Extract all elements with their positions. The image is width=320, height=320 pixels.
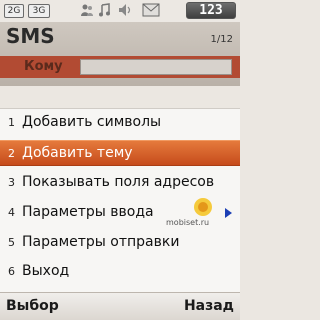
mode-indicator: 3G <box>28 4 50 18</box>
sms-compose-background: SMS 1/12 Кому <box>0 22 240 86</box>
menu-item-label: Параметры отправки <box>22 234 180 250</box>
menu-item-label: Добавить тему <box>22 145 133 161</box>
message-counter: 1/12 <box>210 34 233 45</box>
network-indicator: 2G <box>4 4 24 18</box>
menu-item-add-symbols[interactable]: 1 Добавить символы <box>0 109 240 135</box>
menu-item-send-settings[interactable]: 5 Параметры отправки <box>0 229 240 255</box>
menu-item-number: 4 <box>8 205 15 219</box>
menu-item-label: Показывать поля адресов <box>22 174 215 190</box>
watermark-text: mobiset.ru <box>166 218 210 227</box>
menu-item-add-subject[interactable]: 2 Добавить тему <box>0 140 240 166</box>
screen-title: SMS <box>6 24 55 48</box>
softkey-bar: Выбор Назад <box>0 292 240 320</box>
menu-item-label: Выход <box>22 263 70 279</box>
watermark-logo-icon <box>194 198 212 216</box>
recipient-row: Кому <box>0 56 240 78</box>
menu-item-number: 2 <box>8 146 15 160</box>
battery-indicator: 123 <box>186 2 236 19</box>
recipient-label: Кому <box>24 59 63 74</box>
volume-icon <box>119 4 131 16</box>
menu-item-show-address-fields[interactable]: 3 Показывать поля адресов <box>0 169 240 195</box>
menu-item-number: 5 <box>8 235 15 249</box>
menu-item-exit[interactable]: 6 Выход <box>0 258 240 284</box>
message-icon <box>142 3 160 17</box>
recipient-field <box>80 59 232 75</box>
select-softkey[interactable]: Выбор <box>6 298 59 314</box>
menu-item-number: 6 <box>8 264 15 278</box>
music-note-icon <box>99 3 110 17</box>
submenu-arrow-icon <box>225 208 232 218</box>
menu-item-number: 1 <box>8 115 15 129</box>
back-softkey[interactable]: Назад <box>184 298 234 314</box>
menu-item-number: 3 <box>8 175 15 189</box>
people-icon <box>81 4 93 16</box>
menu-item-label: Параметры ввода <box>22 204 154 220</box>
status-bar: 2G 3G 123 <box>0 0 240 22</box>
menu-item-label: Добавить символы <box>22 114 162 130</box>
